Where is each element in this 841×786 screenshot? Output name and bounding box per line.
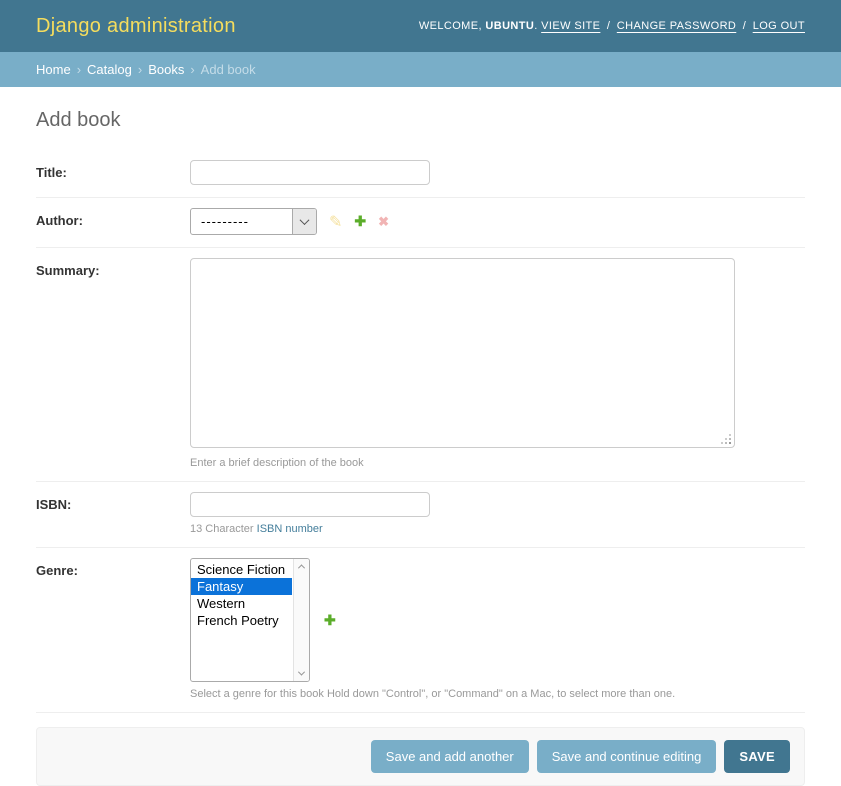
submit-row: Save and add another Save and continue e… xyxy=(36,727,805,786)
title-input[interactable] xyxy=(190,160,430,185)
username: UBUNTU xyxy=(485,20,534,32)
save-button[interactable]: SAVE xyxy=(724,740,790,773)
content-area: Add book Title: Author: --------- ✎ ✚ ✖ xyxy=(0,87,841,786)
add-author-icon[interactable]: ✚ xyxy=(354,213,366,230)
breadcrumb-books[interactable]: Books xyxy=(148,62,184,77)
scroll-up-icon[interactable] xyxy=(298,564,305,571)
genre-multiselect[interactable]: Science Fiction Fantasy Western French P… xyxy=(190,558,310,682)
change-password-link[interactable]: CHANGE PASSWORD xyxy=(617,20,736,32)
listbox-scrollbar[interactable] xyxy=(293,559,309,681)
summary-textarea[interactable] xyxy=(190,258,735,448)
isbn-number-link[interactable]: ISBN number xyxy=(257,523,323,535)
author-related-actions: ✎ ✚ ✖ xyxy=(329,212,389,232)
genre-help-text: Select a genre for this book Hold down "… xyxy=(190,688,805,700)
edit-pencil-icon[interactable]: ✎ xyxy=(329,212,342,232)
author-select-value: --------- xyxy=(191,209,292,234)
form-row-author: Author: --------- ✎ ✚ ✖ xyxy=(36,198,805,248)
genre-option-french-poetry[interactable]: French Poetry xyxy=(191,612,292,629)
page-title: Add book xyxy=(36,109,805,132)
breadcrumb-home[interactable]: Home xyxy=(36,62,71,77)
breadcrumb-separator: › xyxy=(138,62,142,77)
isbn-help-prefix: 13 Character xyxy=(190,523,257,535)
scroll-down-icon[interactable] xyxy=(298,669,305,676)
admin-header: Django administration WELCOME, UBUNTU. V… xyxy=(0,0,841,52)
view-site-link[interactable]: VIEW SITE xyxy=(541,20,600,32)
resize-handle-icon[interactable] xyxy=(721,434,731,444)
genre-option-fantasy[interactable]: Fantasy xyxy=(191,578,292,595)
breadcrumb-current: Add book xyxy=(201,62,256,77)
breadcrumb-separator: › xyxy=(77,62,81,77)
breadcrumb-catalog[interactable]: Catalog xyxy=(87,62,132,77)
link-separator: / xyxy=(743,20,746,32)
save-and-continue-button[interactable]: Save and continue editing xyxy=(537,740,717,773)
genre-option-science-fiction[interactable]: Science Fiction xyxy=(191,561,292,578)
isbn-label: ISBN: xyxy=(36,492,190,535)
form-row-summary: Summary: Enter a brief description of th… xyxy=(36,248,805,482)
site-title[interactable]: Django administration xyxy=(36,15,236,38)
log-out-link[interactable]: LOG OUT xyxy=(753,20,805,32)
summary-help-text: Enter a brief description of the book xyxy=(190,457,805,469)
genre-option-western[interactable]: Western xyxy=(191,595,292,612)
chevron-down-icon[interactable] xyxy=(292,209,316,234)
save-and-add-another-button[interactable]: Save and add another xyxy=(371,740,529,773)
isbn-help-text: 13 Character ISBN number xyxy=(190,523,805,535)
isbn-input[interactable] xyxy=(190,492,430,517)
delete-author-icon[interactable]: ✖ xyxy=(378,214,389,230)
form-row-title: Title: xyxy=(36,150,805,198)
add-genre-icon[interactable]: ✚ xyxy=(324,612,336,629)
author-select[interactable]: --------- xyxy=(190,208,317,235)
link-separator: / xyxy=(607,20,610,32)
form-row-genre: Genre: Science Fiction Fantasy Western F… xyxy=(36,548,805,713)
summary-label: Summary: xyxy=(36,258,190,469)
genre-label: Genre: xyxy=(36,558,190,700)
username-suffix: . xyxy=(534,20,537,32)
author-label: Author: xyxy=(36,208,190,235)
breadcrumb-separator: › xyxy=(190,62,194,77)
form-row-isbn: ISBN: 13 Character ISBN number xyxy=(36,482,805,548)
user-tools: WELCOME, UBUNTU. VIEW SITE / CHANGE PASS… xyxy=(419,20,805,32)
welcome-text: WELCOME, xyxy=(419,20,482,32)
title-label: Title: xyxy=(36,160,190,185)
breadcrumb: Home › Catalog › Books › Add book xyxy=(0,52,841,87)
